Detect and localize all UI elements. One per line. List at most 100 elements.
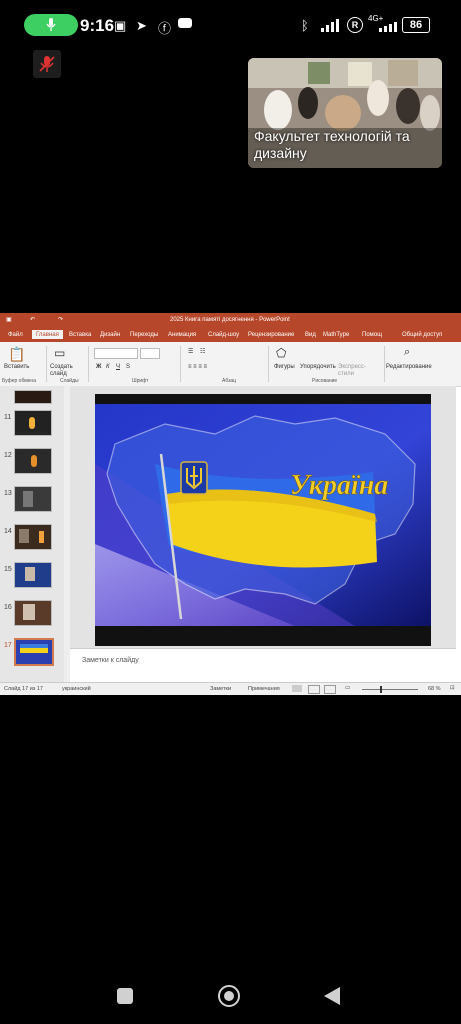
clock: 9:16 (80, 16, 115, 35)
group-slides: Слайды (60, 378, 79, 384)
paste-icon[interactable]: 📋 (8, 346, 25, 363)
slide-number: 14 (4, 528, 12, 535)
font-size-select[interactable] (140, 348, 160, 359)
group-paragraph: Абзац (222, 378, 237, 384)
create-slide-button[interactable]: Создать слайд (50, 364, 80, 378)
registered-icon: R (347, 17, 363, 33)
zoom-slider-thumb[interactable] (380, 686, 382, 693)
slide-number: 16 (4, 604, 12, 611)
arrange-button[interactable]: Упорядочить (300, 364, 336, 370)
font-name-select[interactable] (94, 348, 138, 359)
powerpoint-window: ▣ ↶ ↷ 2025 Книга памяті досягнення - Pow… (0, 313, 461, 695)
home-button[interactable] (218, 985, 240, 1007)
underline-button[interactable]: Ч (116, 364, 120, 370)
zoom-level[interactable]: 68 % (428, 686, 441, 692)
battery-icon: 86 (402, 17, 430, 33)
strike-button[interactable]: S (126, 364, 130, 370)
notes-pane[interactable]: Заметки к слайду (70, 648, 456, 683)
mic-icon (46, 18, 56, 31)
comments-toggle[interactable]: Примечания (248, 686, 280, 692)
shapes-button[interactable]: Фигуры (274, 364, 295, 370)
telegram-icon: ➤ (136, 18, 147, 33)
ribbon-tabs: Файл Главная Вставка Дизайн Переходы Ани… (0, 329, 461, 342)
group-font: Шрифт (132, 378, 149, 384)
slide-thumbnail[interactable] (14, 390, 52, 404)
participant-video-tile[interactable]: Факультет технологій та дизайну (248, 58, 442, 168)
slideshow-view-button[interactable]: ▭ (345, 685, 350, 691)
tab-insert[interactable]: Вставка (69, 332, 91, 338)
fit-slide-icon[interactable]: ⊡ (450, 685, 455, 691)
zoom-slider[interactable] (362, 689, 418, 690)
slide-thumbnail-selected[interactable] (14, 638, 54, 666)
tab-mathtype[interactable]: MathType (323, 332, 349, 338)
mobile-signal-icon (379, 22, 397, 32)
search-icon[interactable]: ⌕ (404, 346, 410, 359)
normal-view-button[interactable] (292, 685, 302, 692)
facebook-icon: ⓕ (158, 21, 172, 36)
home-icon (224, 991, 234, 1001)
shapes-icon[interactable]: ⬠ (276, 346, 286, 360)
notes-placeholder: Заметки к слайду (82, 657, 139, 664)
slide-thumbnail[interactable] (14, 562, 52, 588)
slide-number: 17 (4, 642, 12, 649)
help-search[interactable]: Помощ (362, 332, 382, 338)
numbering-button[interactable]: ☷ (200, 348, 205, 355)
tab-transitions[interactable]: Переходы (130, 332, 158, 338)
tab-home[interactable]: Главная (32, 330, 63, 339)
share-button[interactable]: Общий доступ (402, 332, 442, 338)
express-styles-button[interactable]: Экспресс-стили (338, 364, 366, 378)
current-slide[interactable]: Україна (95, 394, 431, 646)
group-clipboard: Буфер обмена (2, 378, 36, 384)
sorter-view-button[interactable] (308, 685, 320, 694)
slide-thumbnail-pane: 11 12 13 14 15 16 17 (0, 386, 64, 682)
notes-toggle[interactable]: Заметки (210, 686, 231, 692)
slide-thumbnail[interactable] (14, 524, 52, 550)
language-indicator[interactable]: украинский (62, 686, 91, 692)
youtube-icon (178, 18, 192, 28)
window-title: 2025 Книга памяті досягнення - PowerPoin… (170, 317, 290, 323)
recents-button[interactable] (117, 988, 133, 1004)
slide-number: 12 (4, 452, 12, 459)
slide-thumbnail[interactable] (14, 410, 52, 436)
powerpoint-status-bar: Слайд 17 из 17 украинский Заметки Примеч… (0, 682, 461, 695)
trident-emblem (180, 461, 208, 495)
nfc-icon: ▣ (114, 18, 127, 33)
undo-icon[interactable]: ↶ (30, 316, 35, 323)
tab-slideshow[interactable]: Слайд-шоу (208, 332, 239, 338)
group-drawing: Рисование (312, 378, 338, 384)
status-bar: 9:16 ▣ ➤ ⓕ ᛒ R 4G+ 86 (0, 0, 461, 50)
ribbon-home: 📋 Вставить ▭ Создать слайд Ж К Ч S ☰ ☷ ≡… (0, 342, 461, 387)
slide-thumbnail[interactable] (14, 448, 52, 474)
signal-icon (321, 19, 339, 32)
slide-number: 15 (4, 566, 12, 573)
ukraine-flag-map-image: Україна (95, 404, 431, 626)
tab-review[interactable]: Рецензирование (248, 332, 294, 338)
slide-number: 13 (4, 490, 12, 497)
tab-view[interactable]: Вид (305, 332, 316, 338)
align-buttons[interactable]: ≡ ≡ ≡ ≡ (188, 364, 207, 370)
title-bar: ▣ ↶ ↷ 2025 Книга памяті досягнення - Pow… (0, 313, 461, 329)
mute-button[interactable] (33, 50, 61, 78)
reading-view-button[interactable] (324, 685, 336, 694)
bold-button[interactable]: Ж (96, 364, 101, 370)
editing-button[interactable]: Редактирование (386, 364, 432, 370)
tab-design[interactable]: Дизайн (100, 332, 120, 338)
participant-name: Факультет технологій та дизайну (254, 128, 410, 161)
bullets-button[interactable]: ☰ (188, 348, 193, 355)
slide-number: 11 (4, 414, 12, 421)
powerpoint-logo-icon: ▣ (6, 317, 12, 323)
new-slide-icon[interactable]: ▭ (54, 346, 65, 360)
tab-animations[interactable]: Анимация (168, 332, 196, 338)
back-button[interactable] (323, 986, 341, 1006)
italic-button[interactable]: К (106, 364, 110, 370)
tab-file[interactable]: Файл (8, 332, 23, 338)
paste-button[interactable]: Вставить (4, 364, 29, 370)
mic-active-indicator[interactable] (24, 14, 78, 36)
slide-thumbnail[interactable] (14, 600, 52, 626)
slide-title: Україна (290, 470, 388, 501)
mic-off-icon (39, 56, 55, 72)
redo-icon[interactable]: ↷ (58, 316, 63, 323)
slide-counter: Слайд 17 из 17 (4, 686, 43, 692)
slide-thumbnail[interactable] (14, 486, 52, 512)
bluetooth-icon: ᛒ (301, 18, 309, 33)
